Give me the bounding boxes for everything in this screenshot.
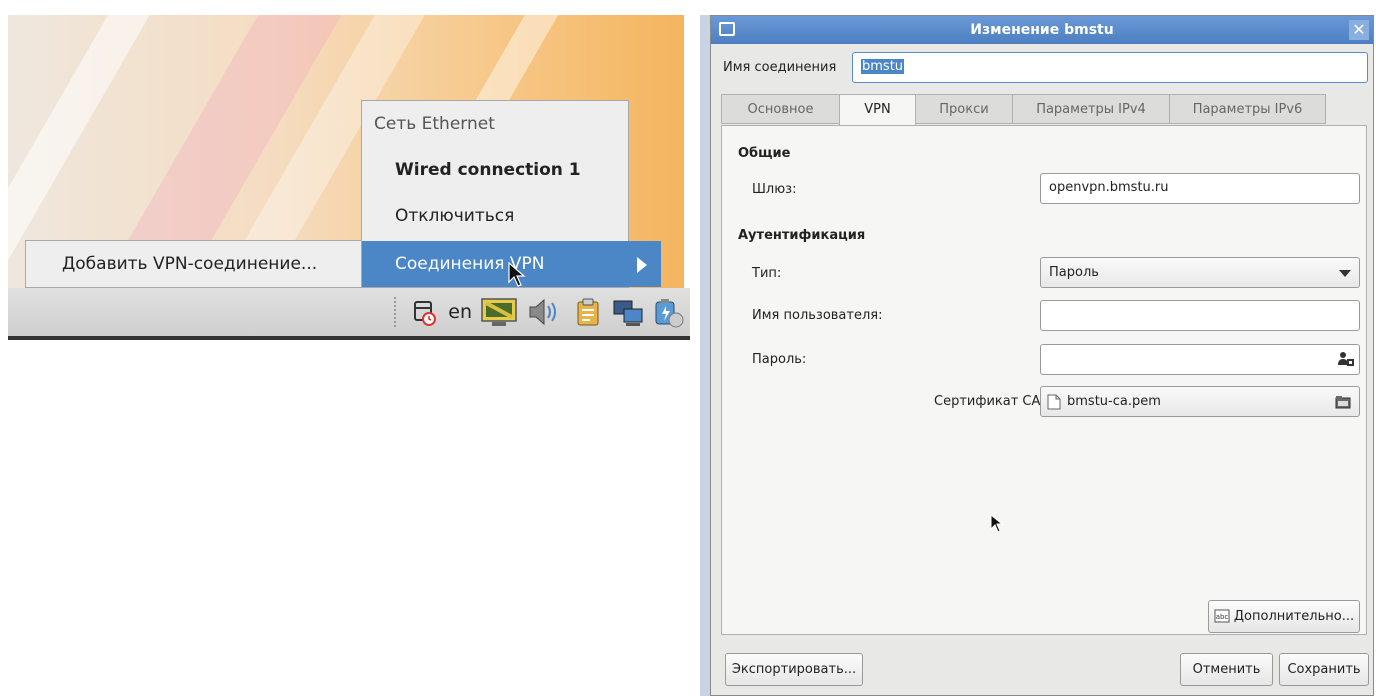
gateway-input[interactable]: openvpn.bmstu.ru	[1040, 173, 1360, 204]
advanced-button-label: Дополнительно...	[1233, 609, 1355, 624]
tab-ipv4[interactable]: Параметры IPv4	[1012, 94, 1170, 124]
tab-general[interactable]: Основное	[721, 94, 840, 124]
clipboard-icon[interactable]	[572, 296, 604, 328]
connection-name-value: bmstu	[861, 59, 905, 74]
chevron-down-icon	[1339, 270, 1351, 277]
tab-proxy[interactable]: Прокси	[915, 94, 1013, 124]
background-window-edge	[700, 15, 710, 696]
folder-icon	[1335, 396, 1351, 409]
vpn-tab-panel: Общие Шлюз: openvpn.bmstu.ru Аутентифика…	[721, 125, 1367, 635]
connection-name-label: Имя соединения	[723, 60, 837, 75]
advanced-button[interactable]: abc Дополнительно...	[1208, 600, 1360, 633]
tab-bar: Основное VPN Прокси Параметры IPv4 Парам…	[721, 94, 1367, 126]
ca-certificate-chooser[interactable]: bmstu-ca.pem	[1040, 386, 1360, 417]
username-input[interactable]	[1040, 300, 1360, 331]
auth-type-value: Пароль	[1049, 265, 1099, 280]
network-icon[interactable]	[612, 296, 644, 328]
system-tray: en	[394, 296, 684, 328]
edit-connection-dialog: Изменение bmstu ✕ Имя соединения bmstu О…	[710, 15, 1374, 696]
password-label: Пароль:	[752, 352, 807, 367]
settings-icon: abc	[1214, 609, 1230, 623]
window-icon	[719, 22, 735, 36]
mouse-cursor-icon	[990, 514, 1004, 533]
svg-text:abc: abc	[1216, 613, 1229, 621]
volume-icon[interactable]	[526, 296, 564, 328]
gateway-label: Шлюз:	[752, 182, 797, 197]
username-label: Имя пользователя:	[752, 308, 883, 323]
ca-certificate-value: bmstu-ca.pem	[1067, 394, 1161, 409]
ca-certificate-label: Сертификат CA	[934, 394, 1041, 409]
cancel-button[interactable]: Отменить	[1180, 653, 1273, 686]
submenu-arrow-icon	[637, 257, 647, 273]
menu-item-wired-connection[interactable]: Wired connection 1	[362, 147, 661, 193]
tab-vpn[interactable]: VPN	[839, 94, 916, 126]
network-menu-header: Сеть Ethernet	[374, 114, 495, 134]
connection-name-input[interactable]: bmstu	[852, 52, 1368, 83]
update-notifier-icon[interactable]	[408, 296, 440, 328]
password-input[interactable]	[1040, 344, 1360, 375]
network-menu: Сеть Ethernet Wired connection 1 Отключи…	[361, 100, 661, 288]
password-storage-icon[interactable]	[1337, 351, 1355, 367]
dialog-titlebar[interactable]: Изменение bmstu ✕	[711, 16, 1373, 44]
export-button[interactable]: Экспортировать...	[725, 653, 863, 686]
file-icon	[1047, 394, 1061, 410]
tray-grip	[394, 297, 400, 327]
menu-item-add-vpn[interactable]: Добавить VPN-соединение...	[25, 240, 362, 288]
auth-section-title: Аутентификация	[738, 228, 866, 243]
keyboard-layout-indicator[interactable]: en	[448, 301, 472, 323]
taskbar: en	[8, 288, 690, 340]
type-label: Тип:	[752, 266, 782, 281]
display-icon[interactable]	[480, 296, 518, 328]
battery-icon[interactable]	[652, 296, 684, 328]
tab-ipv6[interactable]: Параметры IPv6	[1169, 94, 1326, 124]
dialog-title: Изменение bmstu	[970, 22, 1114, 38]
auth-type-select[interactable]: Пароль	[1040, 257, 1360, 288]
save-button[interactable]: Сохранить	[1279, 653, 1369, 686]
close-icon[interactable]: ✕	[1349, 20, 1369, 40]
mouse-cursor-icon	[508, 262, 526, 287]
general-section-title: Общие	[738, 146, 791, 161]
menu-item-disconnect[interactable]: Отключиться	[362, 193, 661, 239]
